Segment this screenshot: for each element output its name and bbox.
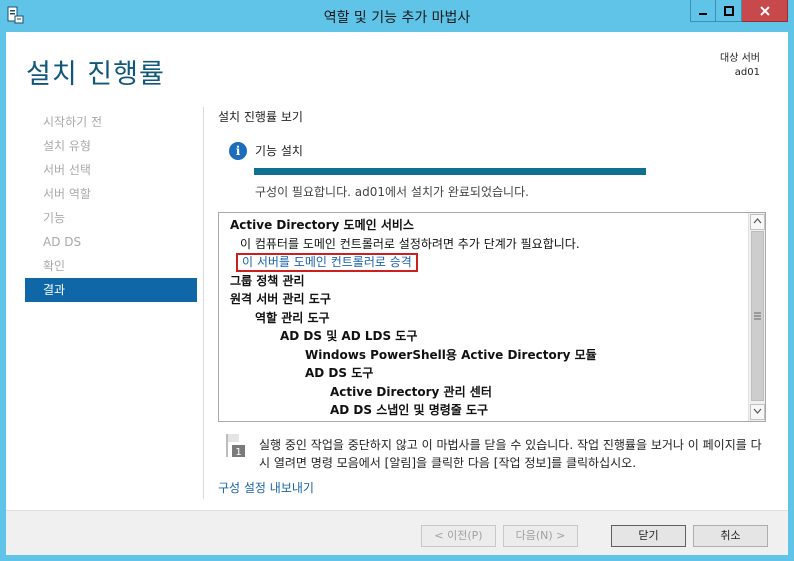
result-ad-ds-snapins: AD DS 스냅인 및 명령줄 도구 xyxy=(330,403,489,417)
chevron-down-icon xyxy=(753,408,762,414)
close-icon xyxy=(759,5,770,16)
window-title: 역할 및 기능 추가 마법사 xyxy=(323,10,471,26)
result-gpmc: 그룹 정책 관리 xyxy=(230,273,305,288)
wizard-nav: 시작하기 전 설치 유형 서버 선택 서버 역할 기능 AD DS 확인 결과 xyxy=(25,110,197,302)
section-title: 설치 진행률 보기 xyxy=(218,110,303,124)
nav-divider xyxy=(203,107,204,499)
promote-link-highlight: 이 서버를 도메인 컨트롤러로 승격 xyxy=(236,253,418,272)
minimize-icon xyxy=(699,12,707,15)
result-role-admin-tools: 역할 관리 도구 xyxy=(255,310,330,325)
result-ad-powershell: Windows PowerShell용 Active Directory 모듈 xyxy=(305,347,597,362)
result-ad-ds: Active Directory 도메인 서비스 xyxy=(230,218,414,232)
close-window-button[interactable] xyxy=(742,0,788,22)
cancel-button[interactable]: 취소 xyxy=(693,525,768,547)
result-ad-ds-tools: AD DS 도구 xyxy=(305,366,374,380)
nav-item-before-you-begin: 시작하기 전 xyxy=(43,115,103,129)
close-button[interactable]: 닫기 xyxy=(611,525,686,547)
close-wizard-note: 실행 중인 작업을 중단하지 않고 이 마법사를 닫을 수 있습니다. 작업 진… xyxy=(259,438,762,470)
notification-flag-icon: 1 xyxy=(225,432,247,458)
page-title: 설치 진행률 xyxy=(26,59,165,90)
scroll-thumb[interactable] xyxy=(751,231,764,401)
nav-item-server-selection: 서버 선택 xyxy=(43,163,91,177)
maximize-button[interactable] xyxy=(716,0,742,22)
install-status-text: 구성이 필요합니다. ad01에서 설치가 완료되었습니다. xyxy=(255,185,529,199)
svg-text:1: 1 xyxy=(235,447,241,458)
scroll-down-button[interactable] xyxy=(750,404,765,420)
nav-item-installation-type: 설치 유형 xyxy=(43,139,91,153)
export-settings-link[interactable]: 구성 설정 내보내기 xyxy=(218,479,314,496)
results-content: Active Directory 도메인 서비스 이 컴퓨터를 도메인 컨트롤러… xyxy=(219,213,747,421)
target-server-label: 대상 서버 xyxy=(720,53,760,64)
nav-item-confirmation: 확인 xyxy=(43,259,66,273)
wizard-footer: < 이전(P) 다음(N) > 닫기 취소 xyxy=(6,510,788,555)
window-controls xyxy=(690,0,788,22)
result-ad-ds-lds-tools: AD DS 및 AD LDS 도구 xyxy=(280,329,418,343)
nav-item-server-roles: 서버 역할 xyxy=(43,187,91,201)
results-scrollbar[interactable] xyxy=(748,213,765,421)
result-rsat: 원격 서버 관리 도구 xyxy=(230,292,331,306)
result-ad-ds-note: 이 컴퓨터를 도메인 컨트롤러로 설정하려면 추가 단계가 필요합니다. xyxy=(240,236,580,251)
nav-item-results[interactable]: 결과 xyxy=(25,278,197,302)
results-list[interactable]: Active Directory 도메인 서비스 이 컴퓨터를 도메인 컨트롤러… xyxy=(218,212,766,422)
nav-item-ad-ds: AD DS xyxy=(43,235,82,249)
promote-dc-link[interactable]: 이 서버를 도메인 컨트롤러로 승격 xyxy=(242,255,412,269)
maximize-icon xyxy=(723,5,734,16)
info-icon: i xyxy=(229,142,247,160)
next-button[interactable]: 다음(N) > xyxy=(503,525,578,547)
target-server-name: ad01 xyxy=(734,67,760,78)
scroll-up-button[interactable] xyxy=(750,214,765,230)
grip-icon xyxy=(754,312,761,320)
wizard-client-area: 설치 진행률 대상 서버 ad01 시작하기 전 설치 유형 서버 선택 서버 … xyxy=(6,32,788,555)
result-ad-admin-center: Active Directory 관리 센터 xyxy=(330,384,492,399)
nav-item-features: 기능 xyxy=(43,211,66,225)
install-progress-bar xyxy=(254,168,646,175)
chevron-up-icon xyxy=(753,218,762,224)
target-server-info: 대상 서버 ad01 xyxy=(720,52,760,80)
feature-install-label: 기능 설치 xyxy=(255,144,303,158)
result-promote-row: 이 서버를 도메인 컨트롤러로 승격 xyxy=(230,253,747,272)
title-bar: 역할 및 기능 추가 마법사 xyxy=(0,0,794,32)
install-progress-fill xyxy=(254,168,646,175)
previous-button[interactable]: < 이전(P) xyxy=(421,525,496,547)
minimize-button[interactable] xyxy=(690,0,716,22)
